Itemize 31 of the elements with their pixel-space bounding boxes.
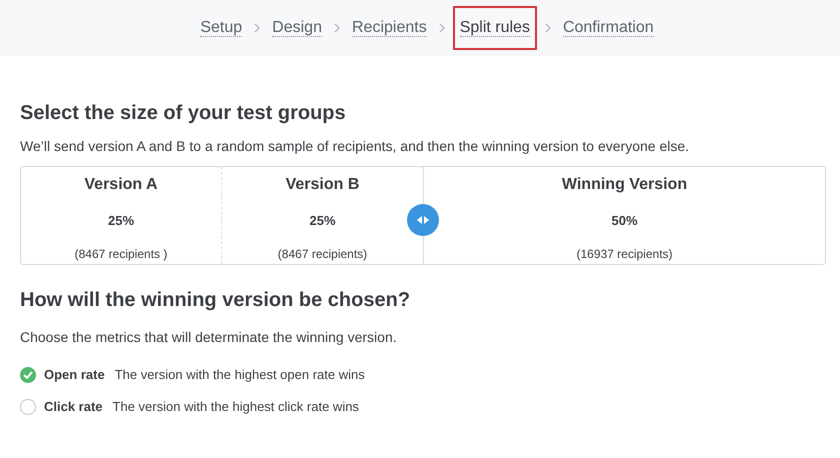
step-link[interactable]: Split rules xyxy=(452,6,537,50)
metric-description: The version with the highest click rate wins xyxy=(112,398,359,416)
group-percent: 25% xyxy=(108,212,134,230)
group-recipients: (8467 recipients ) xyxy=(74,246,168,262)
group-name: Version B xyxy=(286,175,360,195)
chevron-icon xyxy=(254,23,260,33)
metric-radio[interactable] xyxy=(20,367,36,383)
metric-description: The version with the highest open rate wins xyxy=(114,366,365,384)
chevron-icon xyxy=(438,23,445,33)
group-percent: 50% xyxy=(611,212,638,230)
metric-name: Click rate xyxy=(44,398,103,416)
section-description: Choose the metrics that will determinate the winning version. xyxy=(20,328,398,347)
split-handle[interactable] xyxy=(407,204,439,236)
group-recipients: (16937 recipients) xyxy=(576,246,673,262)
left-right-arrows-icon xyxy=(417,216,429,224)
section-title: How will the winning version be chosen? xyxy=(20,288,412,313)
group-recipients: (8467 recipients) xyxy=(278,246,368,262)
section-title: Select the size of your test groups xyxy=(20,101,347,126)
group-name: Winning Version xyxy=(562,175,688,195)
group-name: Version A xyxy=(84,175,158,195)
chevron-icon xyxy=(544,23,551,33)
metric-name: Open rate xyxy=(44,366,105,384)
step-link[interactable]: Design xyxy=(268,6,326,50)
step-link[interactable]: Setup xyxy=(196,6,246,50)
check-icon xyxy=(23,371,33,379)
group-percent: 25% xyxy=(309,212,336,230)
step-link[interactable]: Confirmation xyxy=(558,6,658,50)
step-link[interactable]: Recipients xyxy=(348,6,431,50)
section-description: We’ll send version A and B to a random sample of recipients, and then the winning version to everyone else. xyxy=(20,137,690,156)
chevron-icon xyxy=(334,23,340,33)
metric-radio[interactable] xyxy=(20,399,36,415)
